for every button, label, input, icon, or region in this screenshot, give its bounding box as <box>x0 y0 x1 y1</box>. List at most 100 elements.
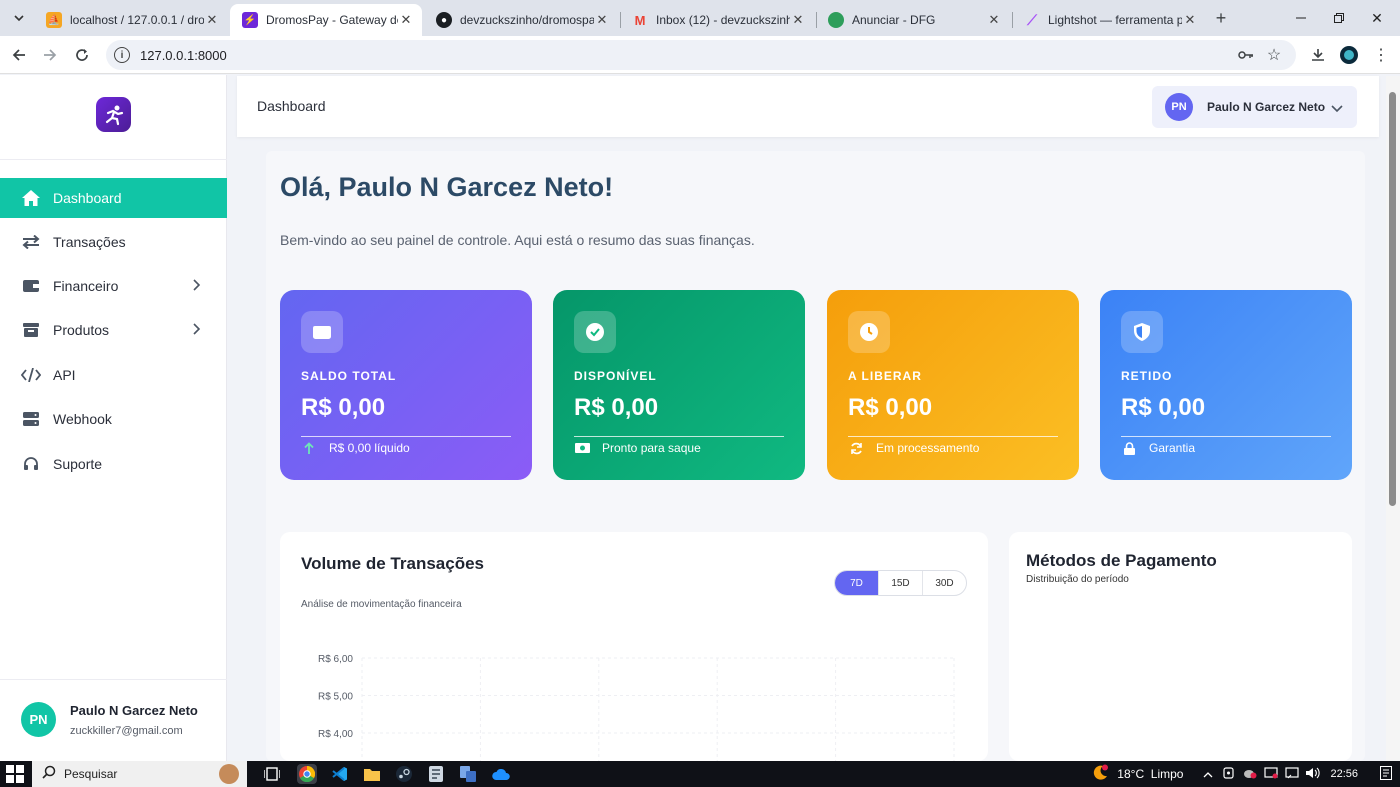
gmail-icon: M <box>634 12 646 28</box>
dromospay-favicon-icon: ⚡ <box>242 12 258 28</box>
sidebar-item-transacoes[interactable]: Transações <box>0 222 227 262</box>
weather-text[interactable]: 18°C Limpo <box>1117 767 1183 781</box>
windows-start-icon[interactable] <box>6 765 24 783</box>
avatar[interactable]: PN <box>21 702 56 737</box>
chevron-right-icon <box>193 278 201 294</box>
wallet-icon <box>301 311 343 353</box>
volume-line-chart: R$ 6,00 R$ 5,00 R$ 4,00 <box>318 654 955 761</box>
close-tab-icon[interactable]: ✕ <box>594 12 610 28</box>
security-alert-icon[interactable] <box>1243 767 1257 782</box>
scrollbar-thumb[interactable] <box>1389 92 1396 506</box>
keyboard-icon[interactable] <box>1285 766 1300 782</box>
volume-icon[interactable] <box>1306 767 1321 782</box>
feather-icon: ⟋ <box>1027 11 1037 28</box>
swap-icon <box>21 232 41 252</box>
browser-tab-dfg[interactable]: Anunciar - DFG ✕ <box>816 4 1010 36</box>
sidebar-item-api[interactable]: API <box>0 355 227 395</box>
more-menu-icon[interactable]: ⋮ <box>1368 42 1394 68</box>
folder-taskbar-icon[interactable] <box>362 764 382 784</box>
browser-tab-phpmyadmin[interactable]: ⛵ localhost / 127.0.0.1 / dromo ✕ <box>34 4 228 36</box>
tab-search-icon[interactable] <box>6 5 32 31</box>
search-highlight-icon[interactable] <box>219 764 239 784</box>
site-info-icon[interactable]: i <box>114 47 130 63</box>
vscode-taskbar-icon[interactable] <box>330 764 350 784</box>
page-title: Dashboard <box>257 98 326 114</box>
box-icon <box>21 320 41 340</box>
check-circle-icon <box>574 311 616 353</box>
taskbar-search[interactable]: Pesquisar <box>32 761 247 787</box>
new-tab-icon[interactable]: + <box>1208 5 1234 31</box>
code-icon <box>21 365 41 385</box>
sidebar-item-webhook[interactable]: Webhook <box>0 399 227 439</box>
close-window-icon[interactable]: ✕ <box>1354 4 1400 32</box>
range-button-30d[interactable]: 30D <box>922 571 966 595</box>
cash-icon <box>574 443 590 453</box>
onedrive-taskbar-icon[interactable] <box>491 764 511 784</box>
chrome-taskbar-icon[interactable] <box>297 764 317 784</box>
steam-taskbar-icon[interactable] <box>394 764 414 784</box>
back-icon[interactable] <box>6 42 32 68</box>
browser-toolbar: i 127.0.0.1:8000 ☆ ⋮ <box>0 36 1400 74</box>
address-bar[interactable]: i 127.0.0.1:8000 <box>106 40 1296 70</box>
sidebar-user-email: zuckkiller7@gmail.com <box>70 725 183 737</box>
card-retido[interactable]: RETIDO R$ 0,00 Garantia <box>1100 290 1352 480</box>
browser-tab-strip: ⛵ localhost / 127.0.0.1 / dromo ✕ ⚡ Drom… <box>0 0 1400 36</box>
sidebar-item-suporte[interactable]: Suporte <box>0 444 227 484</box>
sidebar: Dashboard Transações Financeiro Produtos… <box>0 75 227 761</box>
sidebar-item-financeiro[interactable]: Financeiro <box>0 266 227 306</box>
welcome-text: Bem-vindo ao seu painel de controle. Aqu… <box>280 232 755 248</box>
y-tick-label: R$ 5,00 <box>318 692 353 703</box>
range-button-7d[interactable]: 7D <box>835 571 878 595</box>
display-icon[interactable] <box>1264 766 1279 782</box>
card-divider <box>301 436 511 437</box>
y-tick-label: R$ 6,00 <box>318 654 353 665</box>
sidebar-item-dashboard[interactable]: Dashboard <box>0 178 227 218</box>
github-icon: ● <box>436 12 452 28</box>
card-disponivel[interactable]: DISPONÍVEL R$ 0,00 Pronto para saque <box>553 290 805 480</box>
close-tab-icon[interactable]: ✕ <box>790 12 806 28</box>
user-menu-button[interactable]: PN Paulo N Garcez Neto <box>1152 86 1357 128</box>
chevron-down-icon <box>1331 100 1343 118</box>
globe-icon <box>828 12 844 28</box>
download-icon[interactable] <box>1305 42 1331 68</box>
clock-text[interactable]: 22:56 <box>1330 768 1358 780</box>
app-taskbar-icon[interactable] <box>458 764 478 784</box>
greeting-heading: Olá, Paulo N Garcez Neto! <box>280 172 614 202</box>
meet-now-icon[interactable] <box>1222 766 1236 782</box>
sidebar-item-produtos[interactable]: Produtos <box>0 310 227 350</box>
range-button-15d[interactable]: 15D <box>878 571 922 595</box>
card-a-liberar[interactable]: A LIBERAR R$ 0,00 Em processamento <box>827 290 1079 480</box>
dromospay-logo[interactable] <box>96 97 131 132</box>
notes-taskbar-icon[interactable] <box>426 764 446 784</box>
payment-methods-card: Métodos de Pagamento Distribuição do per… <box>1009 532 1352 761</box>
card-saldo-total[interactable]: SALDO TOTAL R$ 0,00 R$ 0,00 líquido <box>280 290 532 480</box>
sidebar-divider <box>0 679 227 680</box>
profile-avatar-icon[interactable] <box>1336 42 1362 68</box>
task-view-icon[interactable] <box>262 764 282 784</box>
forward-icon[interactable] <box>37 42 63 68</box>
top-header: Dashboard PN Paulo N Garcez Neto <box>237 76 1379 137</box>
wallet-icon <box>21 276 41 296</box>
key-icon[interactable] <box>1233 42 1259 68</box>
close-tab-icon[interactable]: ✕ <box>1182 12 1198 28</box>
server-icon <box>21 409 41 429</box>
bookmark-star-icon[interactable]: ☆ <box>1261 42 1287 68</box>
browser-tab-dromospay[interactable]: ⚡ DromosPay - Gateway de Pa ✕ <box>230 4 422 36</box>
close-tab-icon[interactable]: ✕ <box>986 12 1002 28</box>
browser-tab-github[interactable]: ● devzuckszinho/dromospay: g ✕ <box>424 4 618 36</box>
browser-tab-lightshot[interactable]: ⟋ Lightshot — ferramenta para ✕ <box>1012 4 1206 36</box>
reload-icon[interactable] <box>69 42 95 68</box>
system-tray: 18°C Limpo 22:56 <box>1091 761 1400 787</box>
close-tab-icon[interactable]: ✕ <box>398 12 414 28</box>
volume-chart-card: Volume de Transações Análise de moviment… <box>280 532 988 761</box>
close-tab-icon[interactable]: ✕ <box>204 12 220 28</box>
browser-tab-gmail[interactable]: M Inbox (12) - devzuckszinho@ ✕ <box>620 4 814 36</box>
weather-icon[interactable] <box>1091 764 1109 785</box>
notifications-icon[interactable] <box>1380 765 1392 783</box>
header-user-name: Paulo N Garcez Neto <box>1207 100 1326 114</box>
chevron-up-icon[interactable] <box>1203 767 1213 781</box>
lock-icon <box>1121 441 1137 455</box>
page-scrollbar[interactable] <box>1386 76 1400 761</box>
headset-icon <box>21 454 41 474</box>
clock-icon <box>848 311 890 353</box>
